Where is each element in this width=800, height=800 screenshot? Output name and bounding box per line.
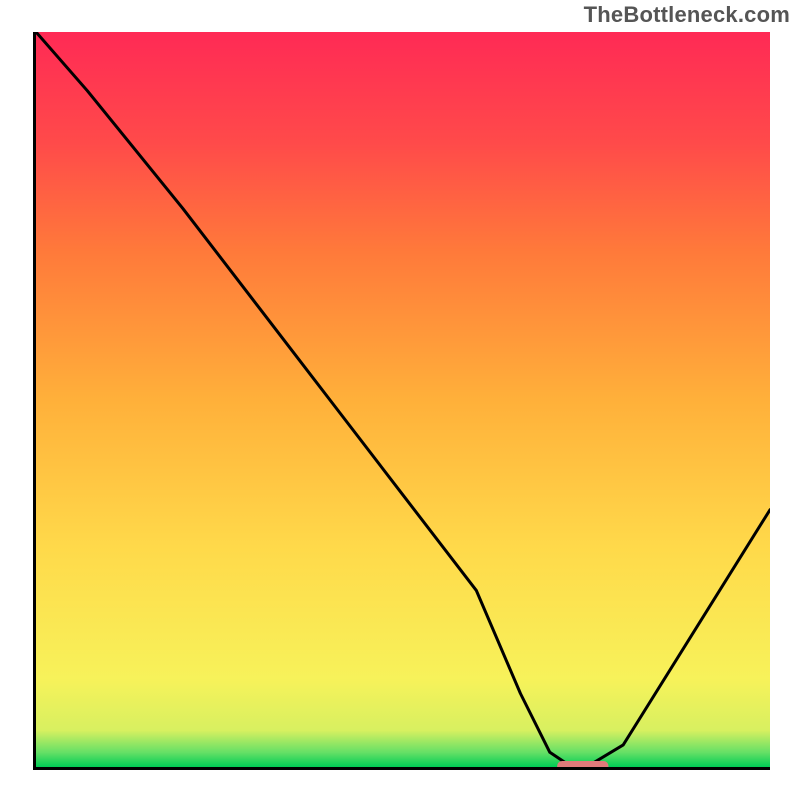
plot-area [33, 32, 770, 770]
chart-svg [36, 32, 770, 767]
gradient-background [36, 32, 770, 767]
watermark-text: TheBottleneck.com [584, 2, 790, 28]
optimal-range-marker [557, 761, 608, 767]
chart-frame: TheBottleneck.com [0, 0, 800, 800]
